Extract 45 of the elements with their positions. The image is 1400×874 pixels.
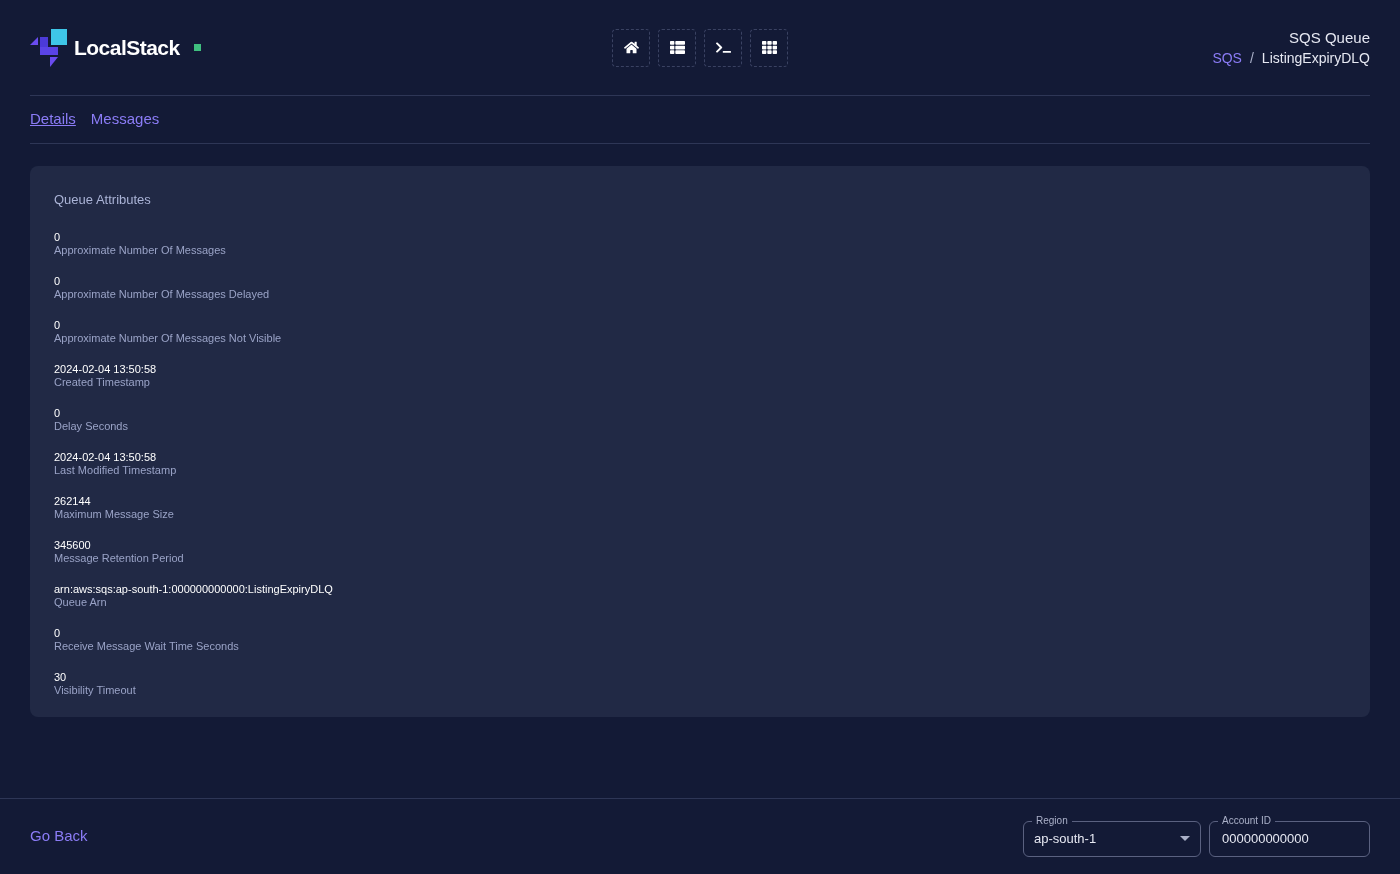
home-button[interactable]	[612, 28, 650, 67]
attribute-label: Approximate Number Of Messages Not Visible	[54, 331, 282, 345]
brand-name: LocalStack	[74, 34, 180, 61]
attribute-label: Maximum Message Size	[54, 507, 174, 521]
attribute-value: 0	[54, 406, 61, 420]
breadcrumb-separator: /	[1249, 48, 1254, 68]
region-value: ap-south-1	[1034, 829, 1097, 848]
page-title: SQS Queue	[1289, 27, 1370, 48]
grid-button[interactable]	[750, 28, 788, 67]
status-indicator-icon	[193, 44, 201, 51]
attribute-label: Approximate Number Of Messages	[54, 243, 226, 257]
attribute-value: arn:aws:sqs:ap-south-1:000000000000:ListingExpiryDLQ	[54, 582, 333, 596]
attribute-value: 0	[54, 230, 61, 244]
attribute-label: Queue Arn	[54, 595, 107, 609]
grid-icon	[761, 40, 777, 55]
attribute-value: 262144	[54, 494, 91, 508]
attribute-value: 0	[54, 626, 61, 640]
attribute-label: Created Timestamp	[54, 375, 150, 389]
card-title: Queue Attributes	[54, 191, 152, 209]
region-label: Region	[1032, 813, 1072, 828]
attribute-value: 0	[54, 318, 61, 332]
breadcrumb-link[interactable]: SQS	[1212, 47, 1242, 68]
list-icon	[669, 40, 685, 55]
attribute-label: Approximate Number Of Messages Delayed	[54, 287, 270, 301]
terminal-icon	[715, 40, 731, 55]
caret-icon	[1180, 836, 1190, 841]
home-icon	[623, 40, 639, 55]
account-id-value: 000000000000	[1222, 829, 1309, 848]
attribute-value: 345600	[54, 538, 91, 552]
attribute-value: 0	[54, 274, 61, 288]
attribute-value: 30	[54, 670, 67, 684]
terminal-button[interactable]	[704, 28, 742, 67]
tab[interactable]: Messages	[90, 108, 160, 131]
localstack-logo-icon	[30, 28, 68, 67]
tab[interactable]: Details	[30, 108, 76, 131]
go-back-link[interactable]: Go Back	[30, 825, 88, 848]
attribute-label: Last Modified Timestamp	[54, 463, 177, 477]
attribute-label: Visibility Timeout	[54, 683, 136, 697]
list-button[interactable]	[658, 28, 696, 67]
attribute-value: 2024-02-04 13:50:58	[54, 450, 157, 464]
breadcrumb-current: ListingExpiryDLQ	[1261, 48, 1370, 68]
attribute-label: Message Retention Period	[54, 551, 184, 565]
attribute-label: Receive Message Wait Time Seconds	[54, 639, 239, 653]
attribute-value: 2024-02-04 13:50:58	[54, 362, 157, 376]
attribute-label: Delay Seconds	[54, 419, 128, 433]
